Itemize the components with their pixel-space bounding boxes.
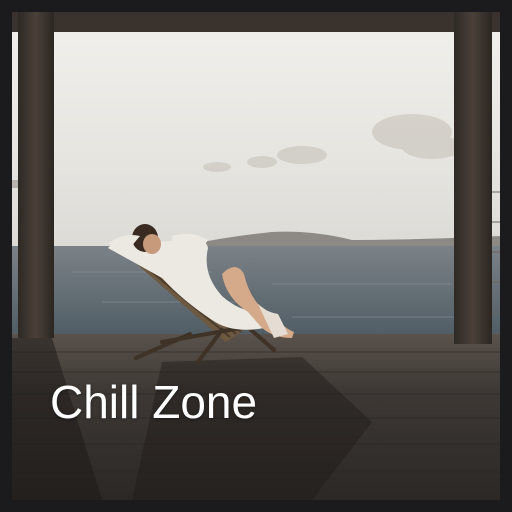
playlist-tile[interactable]: Chill Zone <box>12 12 500 500</box>
playlist-title: Chill Zone <box>50 376 258 428</box>
